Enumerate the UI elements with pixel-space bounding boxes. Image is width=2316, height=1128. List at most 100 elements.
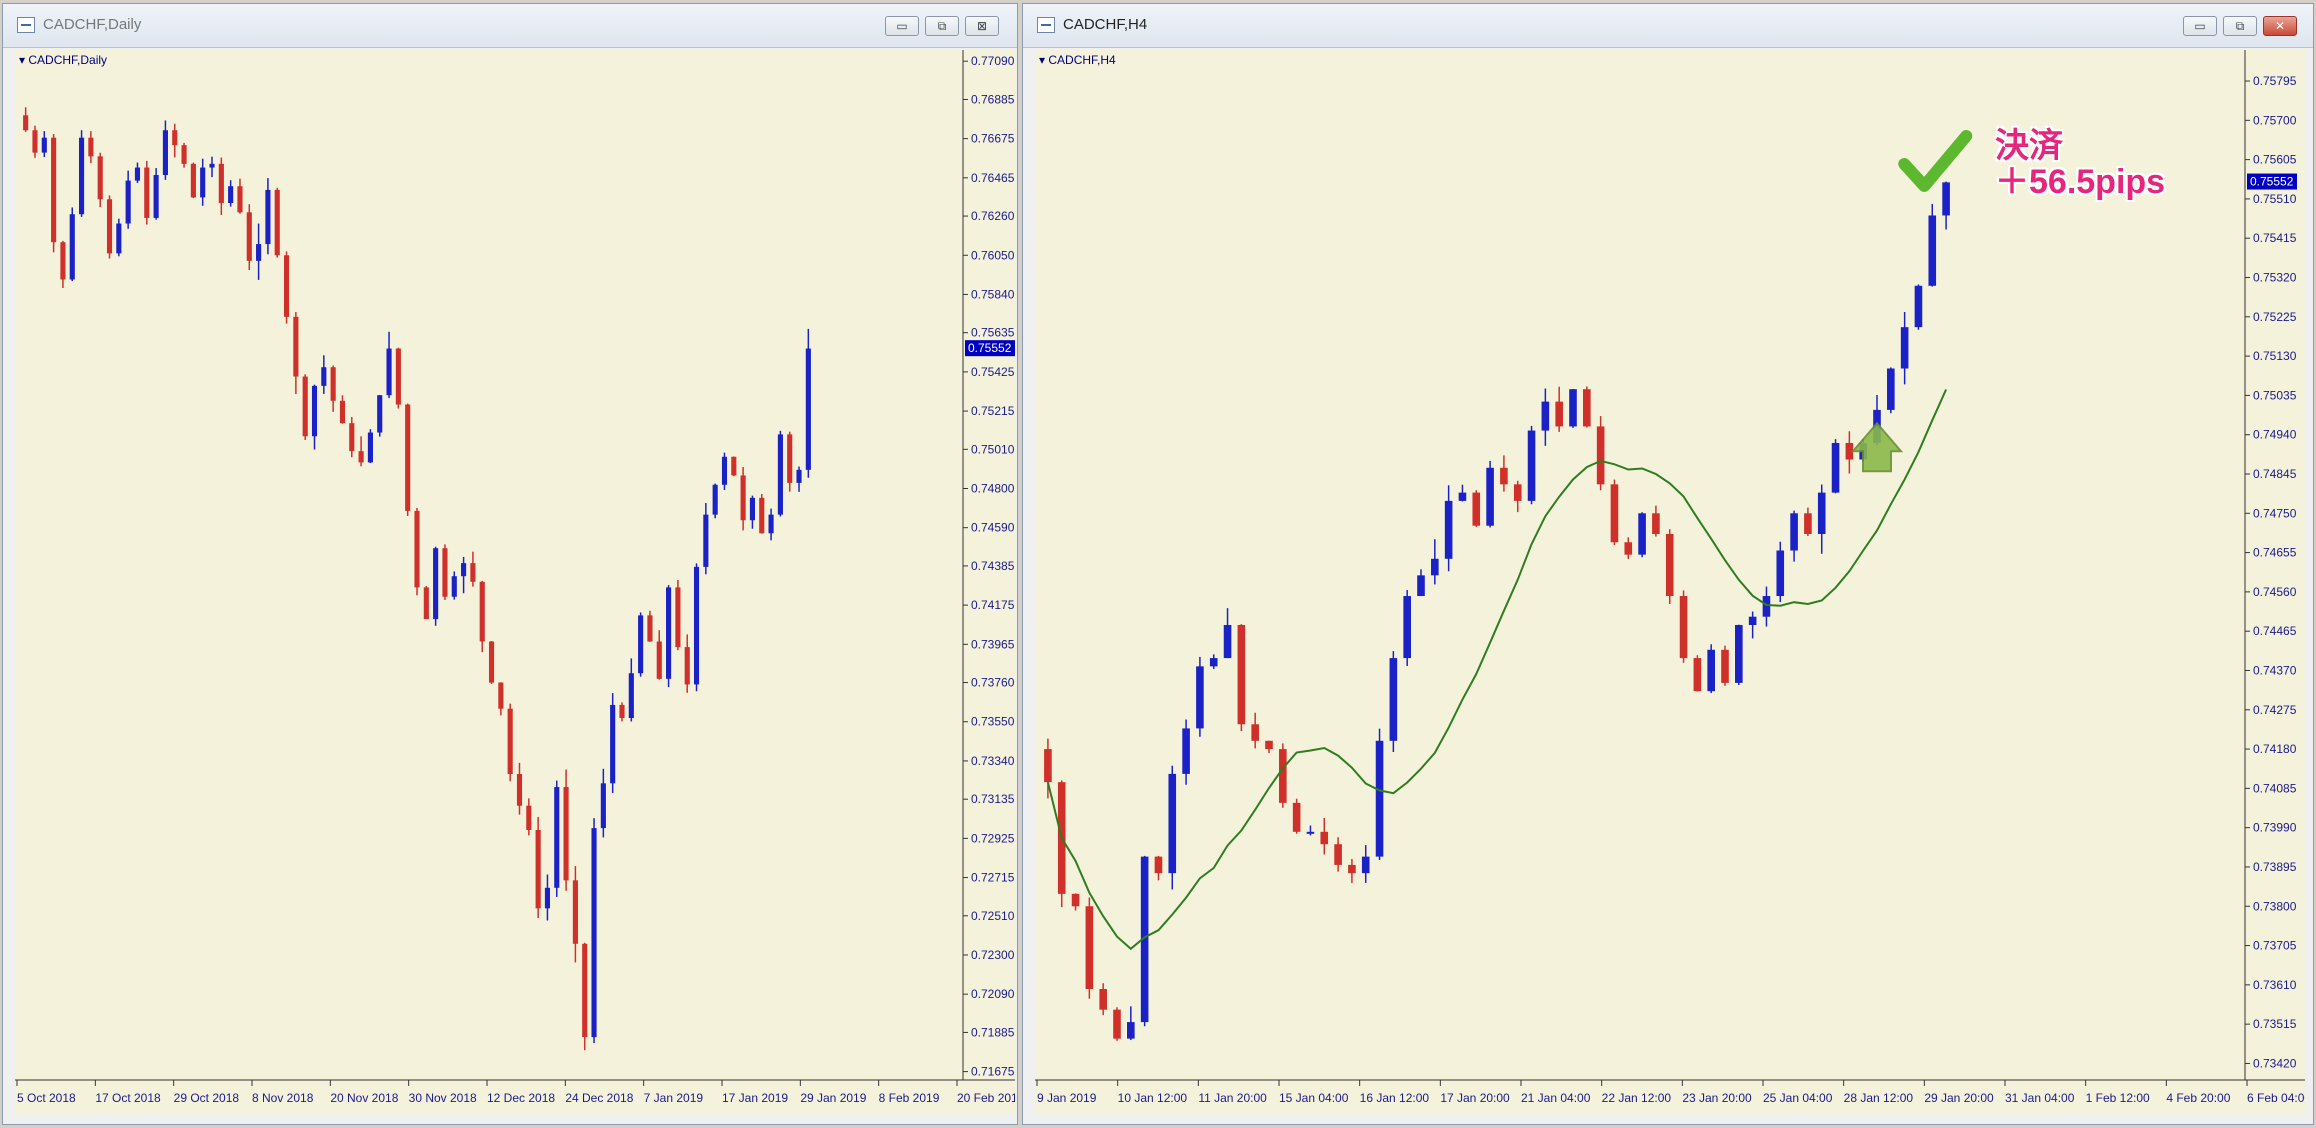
time-tick-label: 24 Dec 2018 [565, 1091, 633, 1105]
time-tick-label: 8 Feb 2019 [879, 1091, 940, 1105]
candle-body [405, 404, 411, 511]
candle-body [666, 587, 672, 679]
window-title: CADCHF,H4 [1063, 16, 1148, 33]
price-tick-label: 0.75225 [2253, 310, 2297, 324]
candle-body [675, 587, 681, 648]
time-tick-label: 9 Jan 2019 [1037, 1091, 1097, 1105]
candle-body [1610, 484, 1619, 543]
h4-price-chart[interactable]: 0.75795 0.75700 0.75605 0.75510 0.75415 0.753… [1035, 50, 2305, 1114]
price-tick-label: 0.74385 [971, 559, 1015, 573]
candle-body [638, 615, 644, 674]
price-tick-label: 0.75215 [971, 404, 1015, 418]
price-tick-label: 0.74560 [2253, 585, 2297, 599]
candle-body [1928, 215, 1937, 286]
price-tick-label: 0.75130 [2253, 349, 2297, 363]
candle-body [311, 385, 318, 437]
candle-body [209, 163, 215, 168]
candle-body [507, 708, 513, 774]
chart-window-icon [1037, 17, 1055, 33]
daily-chart-window[interactable]: CADCHF,Daily ▭ ⧉ ⊠ 0.77090 0.76885 0.76675… [2, 3, 1018, 1125]
h4-chart-window[interactable]: CADCHF,H4 ▭ ⧉ ✕ 0.75795 0.75700 0.75605 0.7… [1022, 3, 2314, 1125]
candle-body [768, 514, 774, 534]
close-button[interactable]: ✕ [2263, 16, 2297, 36]
candle-body [1044, 749, 1052, 783]
time-tick-label: 20 Feb 2019 [957, 1091, 1015, 1105]
candle-body [1900, 327, 1909, 369]
price-tick-label: 0.75700 [2253, 113, 2297, 127]
candle-body [1500, 467, 1508, 485]
candle-body [1652, 513, 1660, 534]
candle-body [228, 186, 234, 204]
price-tick-label: 0.75035 [2253, 388, 2297, 402]
candle-body [256, 244, 262, 261]
minimize-button[interactable]: ▭ [2183, 16, 2217, 36]
candle-body [321, 367, 327, 386]
candle-body [1817, 492, 1826, 534]
candle-body [1887, 368, 1895, 410]
price-tick-label: 0.72715 [971, 871, 1015, 885]
candle-body [200, 167, 206, 198]
price-tick-label: 0.73515 [2253, 1017, 2297, 1031]
candle-body [1361, 856, 1370, 874]
candle-body [1762, 596, 1771, 617]
price-tick-label: 0.73705 [2253, 939, 2297, 953]
price-tick-label: 0.75840 [971, 287, 1015, 301]
time-tick-label: 28 Jan 12:00 [1844, 1091, 1914, 1105]
candle-body [1182, 728, 1190, 774]
candle-body [1472, 492, 1481, 526]
candle-body [656, 641, 662, 679]
price-tick-label: 0.74655 [2253, 546, 2297, 560]
candle-body [358, 451, 364, 463]
candle-body [1914, 285, 1923, 328]
candle-body [79, 137, 85, 215]
candle-body [516, 773, 523, 806]
price-tick-label: 0.75510 [2253, 192, 2297, 206]
candle-body [41, 137, 47, 153]
candle-body [1804, 513, 1812, 534]
candle-body [283, 255, 290, 317]
candle-body [582, 943, 588, 1038]
candle-body [721, 456, 728, 485]
candle-body [619, 704, 625, 719]
settlement-annotation: 決済 ＋56.5pips [1995, 128, 2165, 200]
candle-body [1624, 542, 1633, 555]
candle-body [759, 497, 765, 534]
time-tick-label: 17 Jan 20:00 [1440, 1091, 1510, 1105]
candle-body [554, 787, 560, 888]
time-tick-label: 8 Nov 2018 [252, 1091, 314, 1105]
chart-symbol-label: ▾ CADCHF,H4 [1039, 53, 1116, 67]
candle-body [1403, 596, 1411, 659]
time-tick-label: 12 Dec 2018 [487, 1091, 555, 1105]
candle-body [1348, 864, 1356, 874]
candle-body [442, 548, 448, 597]
candle-body [563, 787, 569, 881]
candle-body [265, 189, 271, 245]
window-titlebar[interactable]: CADCHF,H4 ▭ ⧉ ✕ [1023, 4, 2313, 48]
candle-body [395, 348, 401, 405]
window-titlebar[interactable]: CADCHF,Daily ▭ ⧉ ⊠ [3, 4, 1017, 48]
daily-price-chart[interactable]: 0.77090 0.76885 0.76675 0.76465 0.76260 0.760… [15, 50, 1015, 1114]
maximize-button[interactable]: ⧉ [2223, 16, 2257, 36]
time-tick-label: 29 Oct 2018 [174, 1091, 240, 1105]
candle-body [339, 400, 346, 424]
candle-body [749, 497, 755, 521]
time-tick-label: 17 Jan 2019 [722, 1091, 788, 1105]
candle-body [787, 434, 793, 483]
candle-body [1748, 616, 1757, 625]
minimize-button[interactable]: ▭ [885, 16, 919, 36]
price-tick-label: 0.74175 [971, 598, 1015, 612]
candle-body [302, 376, 308, 437]
candle-body [293, 316, 299, 377]
time-tick-label: 6 Feb 04:00 [2247, 1091, 2305, 1105]
candle-body [1721, 649, 1729, 683]
time-tick-label: 1 Feb 12:00 [2086, 1091, 2150, 1105]
time-tick-label: 21 Jan 04:00 [1521, 1091, 1591, 1105]
annotation-line-1: 決済 [1995, 127, 2063, 165]
candle-body [544, 887, 551, 909]
price-tick-label: 0.75320 [2253, 271, 2297, 285]
window-title: CADCHF,Daily [43, 16, 142, 33]
time-tick-label: 30 Nov 2018 [409, 1091, 477, 1105]
close-button[interactable]: ⊠ [965, 16, 999, 36]
maximize-button[interactable]: ⧉ [925, 16, 959, 36]
current-price-value: 0.75552 [968, 341, 1012, 355]
